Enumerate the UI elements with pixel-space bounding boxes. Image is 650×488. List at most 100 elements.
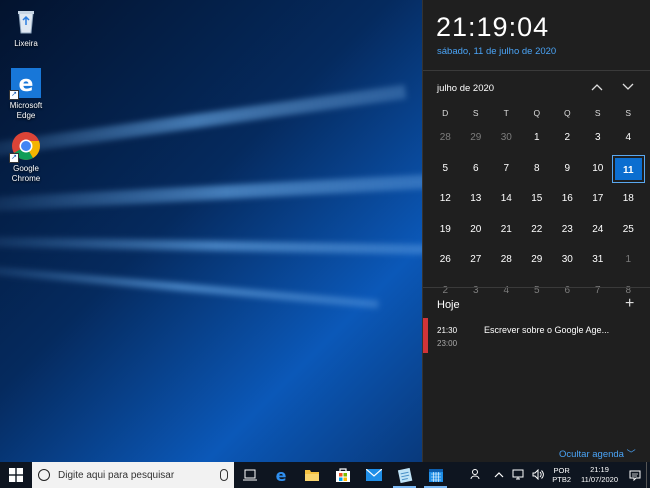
calendar-day[interactable]: 1 bbox=[613, 245, 644, 276]
chevron-down-icon: ﹀ bbox=[626, 449, 636, 459]
wallpaper-beam bbox=[0, 172, 460, 214]
svg-text:e: e bbox=[275, 467, 286, 483]
show-desktop-button[interactable] bbox=[646, 462, 650, 488]
calendar-week-row: 5 6 7 8 9 10 11 bbox=[430, 154, 645, 185]
calendar-day[interactable]: 23 bbox=[552, 215, 583, 246]
calendar-week-row: 19 20 21 22 23 24 25 bbox=[430, 215, 644, 246]
clock-time: 21:19:04 bbox=[436, 12, 550, 42]
taskbar-calendar[interactable] bbox=[420, 462, 451, 488]
search-box[interactable]: Digite aqui para pesquisar bbox=[32, 462, 234, 488]
desktop-icon-label: Microsoft Edge bbox=[9, 101, 43, 120]
desktop-icon-chrome[interactable]: ↗ Google Chrome bbox=[0, 131, 52, 184]
weekday-label: S bbox=[594, 108, 601, 118]
calendar-day[interactable]: 8 bbox=[522, 154, 553, 185]
calendar-day[interactable]: 19 bbox=[430, 215, 461, 246]
calendar-day[interactable]: 3 bbox=[461, 276, 492, 307]
calendar-day[interactable]: 4 bbox=[613, 123, 644, 154]
calendar-day[interactable]: 30 bbox=[491, 123, 522, 154]
calendar-day[interactable]: 16 bbox=[552, 184, 583, 215]
calendar-week-row: 26 27 28 29 30 31 1 bbox=[430, 245, 644, 276]
taskbar-file-explorer[interactable] bbox=[296, 462, 327, 488]
file-explorer-icon bbox=[304, 470, 319, 481]
calendar-day[interactable]: 4 bbox=[491, 276, 522, 307]
taskbar-notepad[interactable] bbox=[389, 462, 420, 488]
hide-agenda-label: Ocultar agenda bbox=[559, 449, 624, 460]
input-language-button[interactable]: POR PTB2 bbox=[548, 466, 575, 484]
svg-text:e: e bbox=[19, 72, 34, 97]
calendar-day[interactable]: 3 bbox=[583, 123, 614, 154]
calendar-day[interactable]: 5 bbox=[430, 154, 461, 185]
volume-button[interactable] bbox=[528, 468, 548, 482]
calendar-day[interactable]: 25 bbox=[613, 215, 644, 246]
calendar-day[interactable]: 5 bbox=[522, 276, 553, 307]
calendar-day[interactable]: 2 bbox=[552, 123, 583, 154]
calendar-day[interactable]: 28 bbox=[491, 245, 522, 276]
weekday-label: S bbox=[472, 108, 479, 118]
people-button[interactable] bbox=[466, 468, 486, 482]
network-button[interactable] bbox=[508, 469, 528, 482]
taskbar-edge[interactable]: e bbox=[265, 462, 296, 488]
calendar-day[interactable]: 31 bbox=[583, 245, 614, 276]
calendar-day[interactable]: 20 bbox=[461, 215, 492, 246]
calendar-day[interactable]: 28 bbox=[430, 123, 461, 154]
calendar-day[interactable]: 26 bbox=[430, 245, 461, 276]
microphone-icon[interactable] bbox=[220, 469, 228, 481]
event-title: Escrever sobre o Google Age... bbox=[484, 325, 610, 335]
agenda-event[interactable]: 21:30 23:00 Escrever sobre o Google Age.… bbox=[423, 318, 650, 354]
calendar-day[interactable]: 22 bbox=[522, 215, 553, 246]
calendar-day[interactable]: 27 bbox=[461, 245, 492, 276]
calendar-day[interactable]: 18 bbox=[613, 184, 644, 215]
task-view-button[interactable] bbox=[234, 462, 265, 488]
calendar-day-today[interactable]: 11 bbox=[612, 154, 645, 183]
taskbar-clock[interactable]: 21:19 11/07/2020 bbox=[575, 465, 624, 485]
calendar-day[interactable]: 6 bbox=[461, 154, 492, 185]
taskbar-mail[interactable] bbox=[358, 462, 389, 488]
calendar-day[interactable]: 15 bbox=[522, 184, 553, 215]
calendar-day[interactable]: 13 bbox=[461, 184, 492, 215]
clock-calendar-flyout: 21:19:04 sábado, 11 de julho de 2020 jul… bbox=[422, 0, 650, 462]
taskbar-store[interactable] bbox=[327, 462, 358, 488]
weekday-header: DSTQQSS bbox=[430, 103, 644, 123]
calendar-day[interactable]: 7 bbox=[491, 154, 522, 185]
calendar-day[interactable]: 6 bbox=[552, 276, 583, 307]
calendar-day[interactable]: 9 bbox=[552, 154, 583, 185]
previous-month-button[interactable] bbox=[589, 80, 605, 96]
calendar-day[interactable]: 21 bbox=[491, 215, 522, 246]
wallpaper-beam bbox=[0, 84, 407, 164]
desktop-icon-edge[interactable]: e ↗ Microsoft Edge bbox=[0, 68, 52, 121]
weekday-label: D bbox=[442, 108, 449, 118]
chevron-up-icon bbox=[494, 472, 504, 478]
calendar-day[interactable]: 29 bbox=[461, 123, 492, 154]
calendar-day[interactable]: 17 bbox=[583, 184, 614, 215]
start-button[interactable] bbox=[0, 462, 32, 488]
calendar-day[interactable]: 1 bbox=[522, 123, 553, 154]
calendar-day[interactable]: 24 bbox=[583, 215, 614, 246]
calendar-day[interactable]: 30 bbox=[552, 245, 583, 276]
divider bbox=[423, 287, 650, 288]
calendar-day[interactable]: 29 bbox=[522, 245, 553, 276]
show-hidden-icons-button[interactable] bbox=[486, 470, 508, 480]
calendar-day[interactable]: 14 bbox=[491, 184, 522, 215]
search-placeholder: Digite aqui para pesquisar bbox=[58, 469, 175, 481]
wallpaper-beam bbox=[0, 236, 441, 255]
calendar-day[interactable]: 10 bbox=[583, 154, 614, 185]
language-code: POR bbox=[553, 466, 570, 475]
desktop-icon-recycle-bin[interactable]: Lixeira bbox=[0, 6, 52, 49]
calendar-week-row: 28 29 30 1 2 3 4 bbox=[430, 123, 644, 154]
hide-agenda-button[interactable]: Ocultar agenda ﹀ bbox=[559, 447, 636, 460]
calendar-day[interactable]: 12 bbox=[430, 184, 461, 215]
next-month-button[interactable] bbox=[620, 80, 636, 96]
add-event-button[interactable]: + bbox=[625, 295, 634, 313]
calendar-icon bbox=[428, 469, 443, 482]
month-label[interactable]: julho de 2020 bbox=[437, 83, 494, 94]
people-icon bbox=[470, 469, 480, 480]
recycle-bin-icon bbox=[11, 6, 41, 36]
windows-logo-icon bbox=[9, 468, 23, 482]
calendar-week-row: 2345678 bbox=[430, 276, 644, 307]
full-date-link[interactable]: sábado, 11 de julho de 2020 bbox=[437, 46, 556, 57]
action-center-button[interactable] bbox=[624, 462, 646, 488]
notification-icon bbox=[629, 470, 641, 481]
desktop-icon-label: Lixeira bbox=[14, 39, 38, 48]
chevron-down-icon bbox=[622, 83, 634, 90]
calendar-day[interactable]: 7 bbox=[583, 276, 614, 307]
